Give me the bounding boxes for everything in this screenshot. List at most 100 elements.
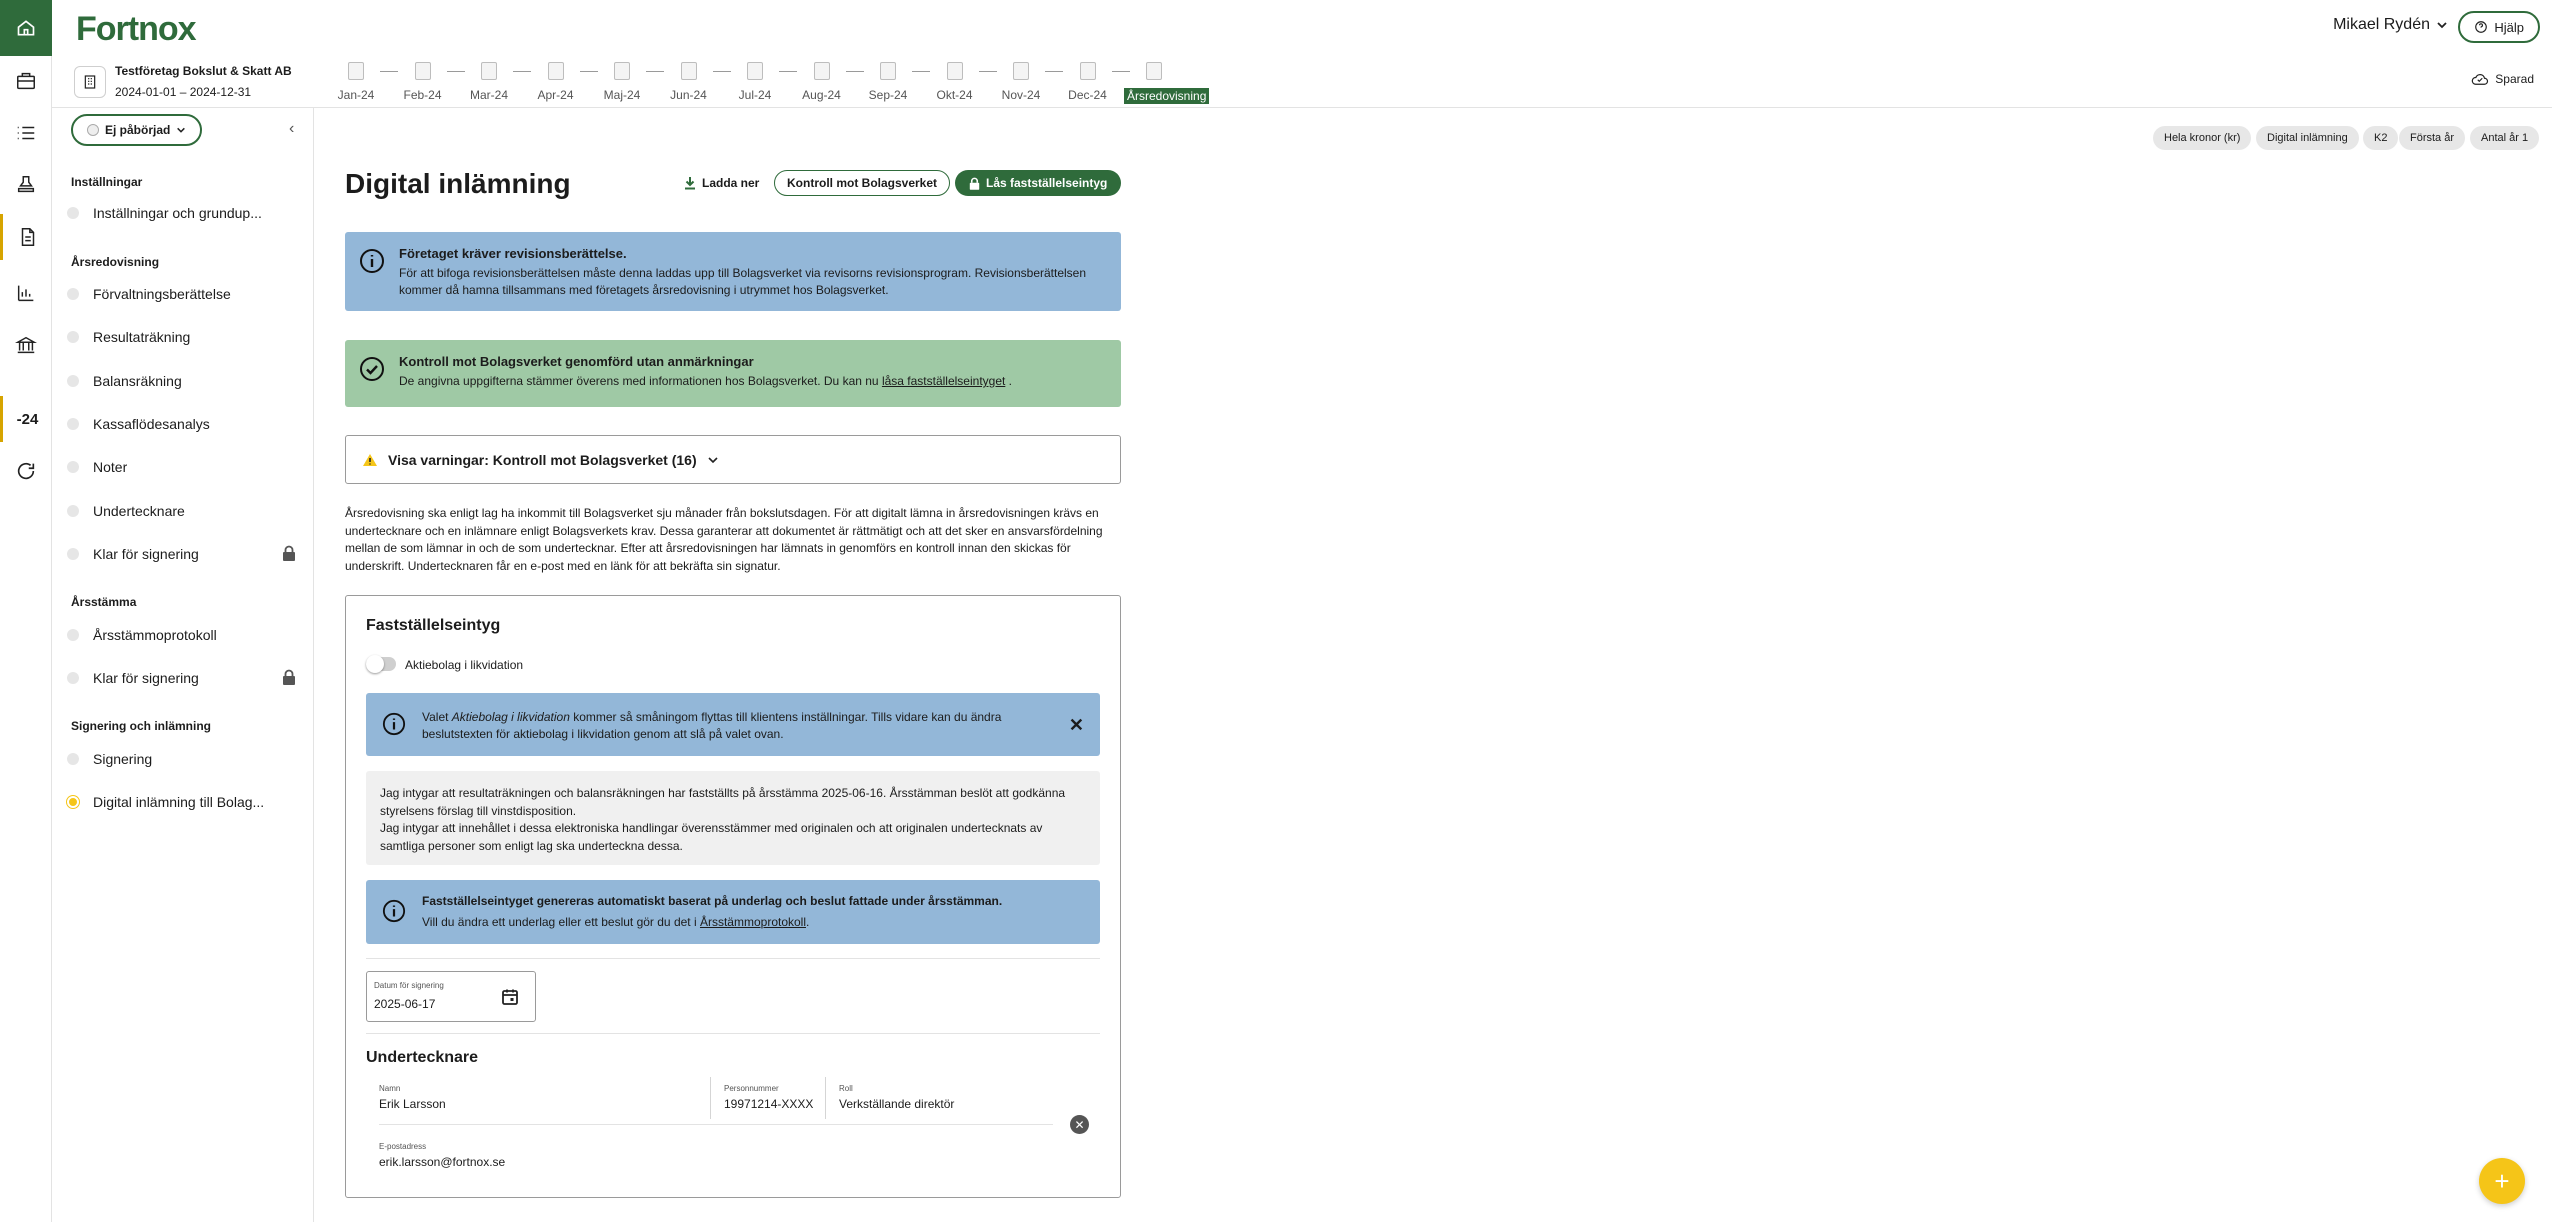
chip-hela-kronor[interactable]: Hela kronor (kr)	[2153, 126, 2252, 150]
status-dot-icon	[67, 548, 79, 560]
lock-label: Lås fastställelseintyg	[986, 176, 1108, 190]
liquidation-toggle[interactable]	[366, 655, 396, 673]
sidebar-item-undertecknare[interactable]: Undertecknare	[66, 498, 306, 524]
chevron-down-icon	[708, 456, 718, 463]
status-dot-icon	[67, 207, 79, 219]
auto-banner-text: Vill du ändra ett underlag eller ett bes…	[422, 915, 700, 929]
auto-generated-banner: Fastställelseintyget genereras automatis…	[366, 880, 1100, 944]
status-dot-icon	[67, 418, 79, 430]
briefcase-icon[interactable]	[0, 58, 52, 104]
page-title: Digital inlämning	[345, 168, 571, 199]
timeline-label: Jan-24	[337, 88, 375, 102]
period-indicator[interactable]: -24	[0, 396, 52, 442]
auto-banner-body: Vill du ändra ett underlag eller ett bes…	[422, 915, 809, 929]
timeline-period-7[interactable]: Aug-24	[792, 62, 852, 102]
status-dot-icon	[67, 796, 79, 808]
sidebar-section-title: Signering och inlämning	[71, 719, 212, 733]
chip-antal-ar[interactable]: Antal år 1	[2470, 126, 2540, 150]
timeline-period-9[interactable]: Okt-24	[925, 62, 985, 102]
list-icon[interactable]	[0, 110, 52, 156]
timeline-period-10[interactable]: Nov-24	[991, 62, 1051, 102]
status-dot-icon	[67, 375, 79, 387]
timeline-period-4[interactable]: Maj-24	[592, 62, 652, 102]
sidebar-item-klar-for-signering-2[interactable]: Klar för signering	[66, 665, 306, 691]
signer-role[interactable]: Verkställande direktör	[839, 1097, 954, 1111]
sidebar-item-noter[interactable]: Noter	[66, 454, 306, 480]
user-menu[interactable]: Mikael Rydén	[2333, 16, 2448, 34]
warnings-accordion[interactable]: Visa varningar: Kontroll mot Bolagsverke…	[345, 435, 1121, 484]
status-dot-icon	[67, 461, 79, 473]
status-dropdown[interactable]: Ej påbörjad	[71, 114, 203, 146]
control-bolagsverket-button[interactable]: Kontroll mot Bolagsverket	[774, 170, 951, 196]
chip-k2[interactable]: K2	[2363, 126, 2399, 150]
lock-certificate-button[interactable]: Lås fastställelseintyg	[955, 170, 1122, 196]
signer-pnr[interactable]: 19971214-XXXX	[724, 1097, 813, 1111]
document-icon	[1013, 62, 1029, 80]
document-icon	[880, 62, 896, 80]
cloud-icon	[2472, 74, 2489, 85]
download-icon	[685, 177, 695, 190]
chip-forsta-ar[interactable]: Första år	[2399, 126, 2466, 150]
timeline-period-1[interactable]: Feb-24	[393, 62, 453, 102]
sidebar-item-digital-inlamning[interactable]: Digital inlämning till Bolag...	[66, 789, 306, 815]
divider	[366, 1033, 1100, 1034]
date-value: 2025-06-17	[374, 997, 436, 1011]
home-icon[interactable]	[0, 0, 52, 56]
timeline-period-11[interactable]: Dec-24	[1058, 62, 1118, 102]
document-icon	[547, 62, 564, 80]
sidebar-item-label: Digital inlämning till Bolag...	[93, 794, 265, 810]
sidebar-item-balansrakning[interactable]: Balansräkning	[66, 368, 306, 394]
timeline-period-12[interactable]: Årsredovisning	[1124, 62, 1210, 105]
status-dot-icon	[67, 331, 79, 343]
remove-signer-icon[interactable]: ✕	[1070, 1115, 1089, 1134]
timeline-label: Nov-24	[1001, 88, 1041, 102]
company-icon[interactable]	[74, 66, 106, 98]
sidebar-item-klar-for-signering[interactable]: Klar för signering	[66, 541, 306, 567]
timeline-label: Jul-24	[738, 88, 772, 102]
info-text-em: Aktiebolag i likvidation	[451, 710, 570, 724]
status-dot-icon	[87, 124, 99, 136]
lock-certificate-link[interactable]: låsa fastställelseintyget	[882, 374, 1005, 388]
add-fab-button[interactable]: +	[2479, 1158, 2525, 1204]
document-icon	[747, 62, 763, 80]
sidebar-item-label: Klar för signering	[93, 546, 199, 562]
chart-icon[interactable]	[0, 270, 52, 316]
collapse-sidebar-icon[interactable]: ‹	[289, 120, 294, 138]
signer-email[interactable]: erik.larsson@fortnox.se	[379, 1155, 505, 1169]
document-icon[interactable]	[0, 214, 52, 260]
document-icon	[348, 62, 364, 80]
timeline-period-6[interactable]: Jul-24	[725, 62, 785, 102]
signing-date-field[interactable]: Datum för signering 2025-06-17	[366, 971, 536, 1022]
timeline-period-8[interactable]: Sep-24	[858, 62, 918, 102]
timeline-label: Jun-24	[670, 88, 707, 102]
banner-body: För att bifoga revisionsberättelsen måst…	[399, 266, 1087, 297]
stamp-icon[interactable]	[0, 162, 52, 208]
banner-body-end: .	[1005, 374, 1013, 388]
signer-name[interactable]: Erik Larsson	[379, 1097, 446, 1111]
info-text-pre: Valet	[422, 710, 452, 724]
sidebar-item-installningar[interactable]: Inställningar och grundup...	[66, 200, 306, 226]
sidebar-item-kassaflodesanalys[interactable]: Kassaflödesanalys	[66, 411, 306, 437]
status-dot-icon	[67, 288, 79, 300]
sidebar-item-forvaltningsberattelse[interactable]: Förvaltningsberättelse	[66, 281, 306, 307]
sidebar-item-resultatrakning[interactable]: Resultaträkning	[66, 324, 306, 350]
calendar-icon[interactable]	[501, 988, 519, 1006]
timeline-period-2[interactable]: Mar-24	[459, 62, 519, 102]
sidebar-item-label: Förvaltningsberättelse	[93, 286, 231, 302]
timeline-period-0[interactable]: Jan-24	[326, 62, 386, 102]
help-button[interactable]: Hjälp	[2458, 11, 2540, 43]
warnings-label: Visa varningar: Kontroll mot Bolagsverke…	[388, 451, 697, 468]
close-icon[interactable]: ✕	[1069, 715, 1084, 736]
timeline-period-5[interactable]: Jun-24	[659, 62, 719, 102]
timeline-period-3[interactable]: Apr-24	[526, 62, 586, 102]
arsstammoprotokoll-link[interactable]: Årsstämmoprotokoll	[700, 915, 806, 929]
sidebar-item-signering[interactable]: Signering	[66, 746, 306, 772]
bank-icon[interactable]	[0, 322, 52, 368]
sidebar-item-arsstammoprotokoll[interactable]: Årsstämmoprotokoll	[66, 622, 306, 648]
chip-digital-inlamning[interactable]: Digital inlämning	[2256, 126, 2359, 150]
timeline-label: Okt-24	[936, 88, 973, 102]
fortnox-logo[interactable]: Fortnox	[76, 10, 197, 49]
signer-email-label: E-postadress	[379, 1142, 427, 1151]
download-button[interactable]: Ladda ner	[684, 170, 759, 196]
refresh-icon[interactable]	[0, 448, 52, 494]
